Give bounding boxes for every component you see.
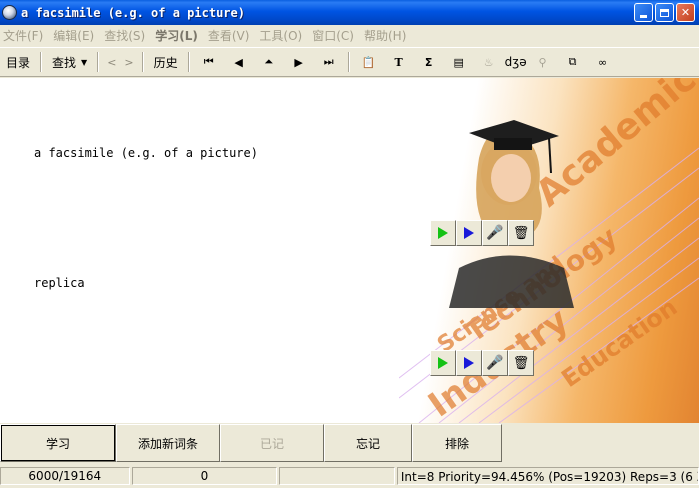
text-button[interactable]: T	[388, 51, 410, 73]
dropdown-arrow-icon: ▼	[81, 57, 88, 67]
action-bar: 学习 添加新词条 已记 忘记 排除	[0, 424, 699, 464]
question-text: a facsimile (e.g. of a picture)	[34, 146, 258, 160]
menu-help[interactable]: 帮助(H)	[361, 27, 413, 44]
menu-view[interactable]: 查看(V)	[205, 27, 257, 44]
sigma-icon: Σ	[424, 55, 433, 69]
play-question-button[interactable]	[430, 220, 456, 246]
paste-icon: 📋	[361, 55, 376, 69]
search-label: 查找	[52, 55, 77, 70]
play-answer-alt-button[interactable]	[456, 350, 482, 376]
previous-button[interactable]: ◀	[228, 51, 250, 73]
text-icon: T	[394, 55, 403, 69]
question-controls: 🎤 🗑	[430, 220, 534, 246]
find-button[interactable]: ∞	[592, 51, 614, 73]
remembered-button[interactable]: 已记	[220, 424, 324, 462]
forgot-button[interactable]: 忘记	[324, 424, 412, 462]
binoculars-icon: ∞	[597, 55, 608, 69]
sound-icon: ♨	[483, 55, 494, 69]
learn-button[interactable]: 学习	[0, 424, 116, 462]
delete-question-sound-button[interactable]: 🗑	[508, 220, 534, 246]
history-button[interactable]: 历史	[148, 54, 184, 71]
window-controls: ✕	[634, 3, 695, 22]
record-answer-button[interactable]: 🎤	[482, 350, 508, 376]
play-blue-icon	[464, 357, 474, 369]
first-icon: ⏮	[203, 55, 214, 68]
first-button[interactable]: ⏮	[198, 51, 220, 73]
copy-button[interactable]: ⧉	[562, 51, 584, 73]
note-button[interactable]: ▤	[448, 51, 470, 73]
empty-status	[279, 467, 395, 485]
up-icon: ⏶	[264, 55, 274, 68]
toolbar-separator	[347, 52, 350, 72]
parent-button[interactable]: ⏶	[258, 51, 280, 73]
title-bar: a facsimile (e.g. of a picture) ✕	[0, 0, 699, 25]
menu-bar: 文件(F) 编辑(E) 查找(S) 学习(L) 查看(V) 工具(O) 窗口(C…	[0, 25, 699, 46]
next-icon: ▶	[294, 55, 303, 69]
window-title: a facsimile (e.g. of a picture)	[21, 5, 245, 20]
sound-button[interactable]: ♨	[478, 51, 500, 73]
minimize-icon	[640, 15, 647, 18]
record-button[interactable]: ⚲	[532, 51, 554, 73]
paste-button[interactable]: 📋	[358, 51, 380, 73]
note-icon: ▤	[453, 55, 464, 69]
menu-edit[interactable]: 编辑(E)	[50, 27, 101, 44]
decor-word: Education	[556, 293, 682, 393]
play-icon	[438, 227, 448, 239]
add-new-item-button[interactable]: 添加新词条	[116, 424, 220, 462]
microphone-icon: ⚲	[538, 55, 547, 69]
contents-button[interactable]: 目录	[0, 54, 36, 71]
previous-icon: ◀	[234, 55, 243, 69]
play-blue-icon	[464, 227, 474, 239]
menu-learn[interactable]: 学习(L)	[152, 27, 205, 44]
menu-search[interactable]: 查找(S)	[101, 27, 152, 44]
search-dropdown-button[interactable]: 查找 ▼	[46, 54, 93, 71]
trash-icon: 🗑	[512, 225, 530, 241]
last-icon: ⏭	[323, 55, 334, 68]
status-bar: 6000/19164 0 Int=8 Priority=94.456% (Pos…	[0, 464, 699, 488]
microphone-icon: 🎤	[486, 355, 504, 371]
close-icon: ✕	[680, 6, 691, 19]
trash-icon: 🗑	[512, 355, 530, 371]
close-button[interactable]: ✕	[676, 3, 695, 22]
delete-answer-sound-button[interactable]: 🗑	[508, 350, 534, 376]
menu-file[interactable]: 文件(F)	[0, 27, 50, 44]
toolbar-separator	[40, 52, 43, 72]
sigma-button[interactable]: Σ	[418, 51, 440, 73]
record-question-button[interactable]: 🎤	[482, 220, 508, 246]
phonetic-button[interactable]: dʒə	[505, 55, 527, 69]
count-status: 0	[131, 467, 278, 485]
back-button[interactable]: <	[103, 56, 120, 69]
maximize-button[interactable]	[655, 3, 674, 22]
toolbar-separator	[141, 52, 144, 72]
copy-icon: ⧉	[568, 55, 577, 68]
next-button[interactable]: ▶	[288, 51, 310, 73]
remove-button[interactable]: 排除	[412, 424, 502, 462]
minimize-button[interactable]	[634, 3, 653, 22]
progress-status: 6000/19164	[0, 467, 130, 485]
item-info-status: Int=8 Priority=94.456% (Pos=19203) Reps=…	[396, 467, 699, 485]
last-button[interactable]: ⏭	[318, 51, 340, 73]
toolbar: 目录 查找 ▼ < > 历史 ⏮ ◀ ⏶ ▶ ⏭ 📋 T Σ ▤ ♨ dʒə ⚲…	[0, 47, 699, 77]
decor-word: Academic	[528, 78, 699, 215]
answer-text: replica	[34, 276, 85, 290]
toolbar-separator	[187, 52, 190, 72]
answer-controls: 🎤 🗑	[430, 350, 534, 376]
toolbar-separator	[97, 52, 100, 72]
menu-window[interactable]: 窗口(C)	[309, 27, 361, 44]
play-icon	[438, 357, 448, 369]
maximize-icon	[660, 8, 669, 17]
forward-button[interactable]: >	[120, 56, 137, 69]
app-icon[interactable]	[2, 5, 17, 20]
menu-tools[interactable]: 工具(O)	[256, 27, 309, 44]
content-area: Academic Science and Technology Industry…	[0, 78, 699, 423]
play-answer-button[interactable]	[430, 350, 456, 376]
microphone-icon: 🎤	[486, 225, 504, 241]
play-question-alt-button[interactable]	[456, 220, 482, 246]
